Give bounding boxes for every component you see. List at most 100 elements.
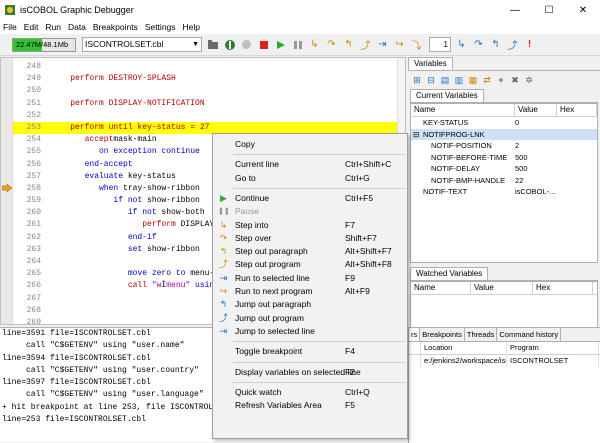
code-line[interactable]: 252 xyxy=(13,110,405,122)
program-select[interactable]: ISCONTROLSET.cbl ▼ xyxy=(82,37,202,52)
line-number: 253 xyxy=(26,122,41,132)
watched-column-value[interactable]: Value xyxy=(471,282,533,294)
column-name[interactable]: Name xyxy=(411,104,515,116)
menu-item-display-variables-on-selected-line[interactable]: Display variables on selected line F2 xyxy=(213,366,407,379)
menu-file[interactable]: File xyxy=(3,22,17,32)
variable-row[interactable]: ⊟ NOTIFPROG-LNK xyxy=(411,128,597,141)
menu-item-label: Run to next program xyxy=(235,286,313,296)
tab-threads[interactable]: Threads xyxy=(465,328,498,341)
code-line[interactable]: 251 perform DISPLAY-NOTIFICATION xyxy=(13,98,405,110)
code-token: end-accept xyxy=(51,159,133,169)
expand-all-icon[interactable]: ⊞ xyxy=(411,74,423,86)
step-into-icon[interactable]: ↳ xyxy=(308,38,321,51)
animate-program-icon[interactable]: ⤴ xyxy=(506,38,519,52)
variable-row[interactable]: NOTIF-POSITION 2 xyxy=(411,140,597,152)
menu-item-run-to-next-program[interactable]: ↪ Run to next program Alt+F9 xyxy=(213,285,407,298)
menu-run[interactable]: Run xyxy=(45,22,61,32)
column-hex[interactable]: Hex xyxy=(557,104,597,116)
menu-help[interactable]: Help xyxy=(183,22,200,32)
run-to-line-icon[interactable]: ⇥ xyxy=(376,38,389,51)
minimize-button[interactable]: — xyxy=(498,0,532,20)
current-variables-table[interactable]: Name Value Hex KEY-STATUS 0 ⊟ NOTIFPROG-LNK… xyxy=(410,103,598,263)
chevron-down-icon: ▼ xyxy=(192,41,199,48)
menu-item-step-over[interactable]: ↷ Step over Shift+F7 xyxy=(213,232,407,245)
run-next-program-icon[interactable]: ↪ xyxy=(393,38,406,51)
variable-row[interactable]: KEY-STATUS 0 xyxy=(411,117,597,129)
variable-value: 0 xyxy=(515,118,520,127)
watched-column-name[interactable]: Name xyxy=(411,282,471,294)
menu-item-step-out-paragraph[interactable]: ↰ Step out paragraph Alt+Shift+F7 xyxy=(213,245,407,258)
maximize-button[interactable]: ☐ xyxy=(532,0,566,20)
continue-icon[interactable] xyxy=(274,38,287,51)
menu-item-quick-watch[interactable]: Quick watch Ctrl+Q xyxy=(213,386,407,399)
column-value[interactable]: Value xyxy=(515,104,557,116)
code-line[interactable]: 248 xyxy=(13,61,405,73)
step-out-paragraph-icon[interactable]: ↰ xyxy=(342,38,355,51)
menu-settings[interactable]: Settings xyxy=(145,22,176,32)
bottom-tab-strip: rs Breakpoints Threads Command history xyxy=(409,328,600,342)
menu-item-label: Continue xyxy=(235,192,270,203)
menu-data[interactable]: Data xyxy=(68,22,86,32)
menu-item-step-into[interactable]: ↳ Step into F7 xyxy=(213,219,407,232)
stack-column-location[interactable]: Location xyxy=(421,342,507,354)
open-icon[interactable] xyxy=(206,38,219,51)
jump-icon[interactable]: ⤵ xyxy=(410,38,423,52)
menu-item-run-to-selected-line[interactable]: ⇥ Run to selected line F9 xyxy=(213,272,407,285)
menu-item-go-to[interactable]: Go to Ctrl+G xyxy=(213,172,407,185)
code-line[interactable]: 250 xyxy=(13,85,405,97)
alert-icon[interactable]: ! xyxy=(523,38,536,51)
tab-watched-variables[interactable]: Watched Variables xyxy=(410,267,489,280)
tree-toggle-icon[interactable]: ⊟ xyxy=(413,129,419,141)
watched-column-hex[interactable]: Hex xyxy=(533,282,593,294)
menu-item-jump-out-paragraph[interactable]: ↰ Jump out paragraph xyxy=(213,298,407,311)
memory-indicator[interactable]: 22.47M/48.1Mb xyxy=(12,37,76,52)
code-line[interactable]: 249 perform DESTROY-SPLASH xyxy=(13,73,405,85)
code-token: perform DISPLAY-NOTIFICATION xyxy=(51,98,205,108)
filter-icon[interactable]: ▦ xyxy=(467,74,479,86)
step-count-spinner[interactable]: 1 xyxy=(429,37,451,52)
pause-icon[interactable] xyxy=(291,38,304,51)
stack-column-program[interactable]: Program xyxy=(507,342,599,354)
tab-command-history[interactable]: Command history xyxy=(497,328,562,341)
variable-row[interactable]: NOTIF-TEXT isCOBOL-... xyxy=(411,186,597,198)
tab-current-variables[interactable]: Current Variables xyxy=(410,89,484,102)
watched-variables-header: Name Value Hex xyxy=(411,282,597,295)
tab-variables[interactable]: Variables xyxy=(408,57,453,70)
stack-row[interactable]: e:/jenkins2/workspace/isC... ISCONTROLSE… xyxy=(409,355,600,367)
variable-row[interactable]: NOTIF-BEFORE-TIME 500 xyxy=(411,152,597,164)
menu-item-current-line[interactable]: Current line Ctrl+Shift+C xyxy=(213,158,407,171)
tab-stack[interactable]: rs xyxy=(409,328,421,341)
tree-view-icon[interactable]: ▤ xyxy=(439,74,451,86)
variable-row[interactable]: NOTIF-BMP-HANDLE 22 xyxy=(411,175,597,187)
step-over-icon[interactable]: ↷ xyxy=(325,38,338,51)
step-out-program-icon[interactable]: ⤴ xyxy=(359,38,372,52)
animate-into-icon[interactable]: ↳ xyxy=(455,38,468,51)
menu-item-refresh-variables-area[interactable]: Refresh Variables Area F5 xyxy=(213,399,407,412)
line-number: 248 xyxy=(26,62,41,71)
variable-row[interactable]: NOTIF-DELAY 500 xyxy=(411,163,597,175)
menu-item-continue[interactable]: ▶ Continue Ctrl+F5 xyxy=(213,192,407,205)
remove-watch-icon[interactable]: ✖ xyxy=(509,74,521,86)
stop-icon[interactable] xyxy=(257,38,270,51)
menu-item-copy[interactable]: Copy xyxy=(213,138,407,151)
menu-item-toggle-breakpoint[interactable]: Toggle breakpoint F4 xyxy=(213,345,407,358)
record-icon[interactable] xyxy=(240,38,253,51)
hex-icon[interactable]: ⇄ xyxy=(481,74,493,86)
menu-item-label: Jump to selected line xyxy=(235,325,315,336)
animate-out-icon[interactable]: ↰ xyxy=(489,38,502,51)
menu-edit[interactable]: Edit xyxy=(24,22,39,32)
line-number: 263 xyxy=(26,244,41,254)
tab-breakpoints[interactable]: Breakpoints xyxy=(420,328,465,341)
menu-item-jump-to-selected-line[interactable]: ⇥ Jump to selected line xyxy=(213,325,407,338)
add-watch-icon[interactable]: + xyxy=(495,74,507,86)
menu-item-step-out-program[interactable]: ⤴ Step out program Alt+Shift+F8 xyxy=(213,258,407,271)
settings-icon[interactable]: ✲ xyxy=(523,74,535,86)
close-button[interactable]: ✕ xyxy=(566,0,600,20)
menu-breakpoints[interactable]: Breakpoints xyxy=(93,22,138,32)
animate-over-icon[interactable]: ↷ xyxy=(472,38,485,51)
menu-item-pause[interactable]: ❚❚ Pause xyxy=(213,205,407,218)
menu-item-jump-out-program[interactable]: ⤴ Jump out program xyxy=(213,312,407,325)
attach-icon[interactable] xyxy=(223,38,236,51)
list-view-icon[interactable]: ▥ xyxy=(453,74,465,86)
collapse-all-icon[interactable]: ⊟ xyxy=(425,74,437,86)
